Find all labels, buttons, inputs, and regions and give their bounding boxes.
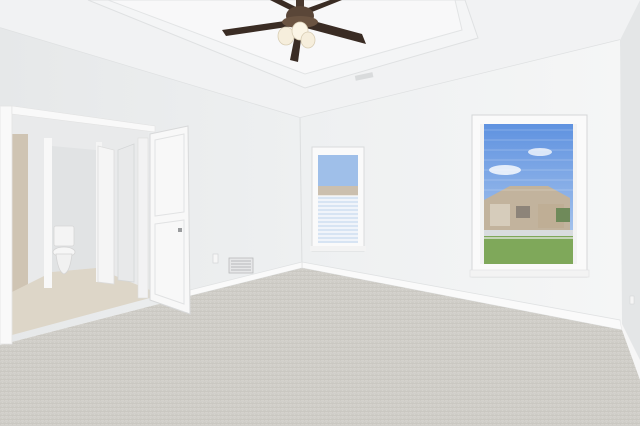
- bedroom-door: [137, 125, 191, 315]
- large-window: [469, 114, 590, 278]
- small-window: [310, 146, 366, 252]
- tile-wall: [12, 134, 28, 292]
- fan-light: [277, 26, 295, 46]
- room-illustration: [0, 0, 640, 426]
- closet-door: [97, 145, 115, 285]
- wall-outlet: [212, 253, 219, 264]
- right-outlet: [629, 295, 635, 305]
- bedroom-photo: [0, 0, 640, 426]
- right-wall: [620, 0, 640, 380]
- door-knob: [178, 228, 182, 232]
- floor-vent: [228, 257, 254, 274]
